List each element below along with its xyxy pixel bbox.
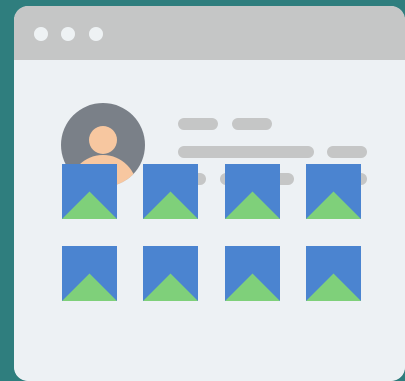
image-placeholder-tile[interactable]: [306, 164, 361, 219]
image-placeholder-icon: [225, 191, 280, 219]
image-placeholder-tile[interactable]: [225, 164, 280, 219]
avatar-head: [89, 126, 117, 154]
window-content: [14, 60, 405, 381]
profile-text-placeholder: [178, 118, 218, 130]
image-placeholder-tile[interactable]: [143, 246, 198, 301]
image-placeholder-icon: [143, 191, 198, 219]
profile-text-placeholder: [232, 118, 272, 130]
image-placeholder-icon: [62, 191, 117, 219]
image-placeholder-icon: [306, 191, 361, 219]
window-titlebar: [14, 6, 405, 60]
window-control-dot-1[interactable]: [34, 27, 48, 41]
profile-text-placeholder: [327, 146, 367, 158]
image-placeholder-tile[interactable]: [143, 164, 198, 219]
image-placeholder-icon: [62, 273, 117, 301]
image-placeholder-tile[interactable]: [225, 246, 280, 301]
window-control-dot-3[interactable]: [89, 27, 103, 41]
image-placeholder-icon: [306, 273, 361, 301]
image-placeholder-tile[interactable]: [62, 164, 117, 219]
window-control-dot-2[interactable]: [61, 27, 75, 41]
image-placeholder-tile[interactable]: [306, 246, 361, 301]
image-placeholder-tile[interactable]: [62, 246, 117, 301]
image-placeholder-icon: [143, 273, 198, 301]
browser-window: [14, 6, 405, 381]
profile-text-placeholder: [178, 146, 314, 158]
image-placeholder-icon: [225, 273, 280, 301]
